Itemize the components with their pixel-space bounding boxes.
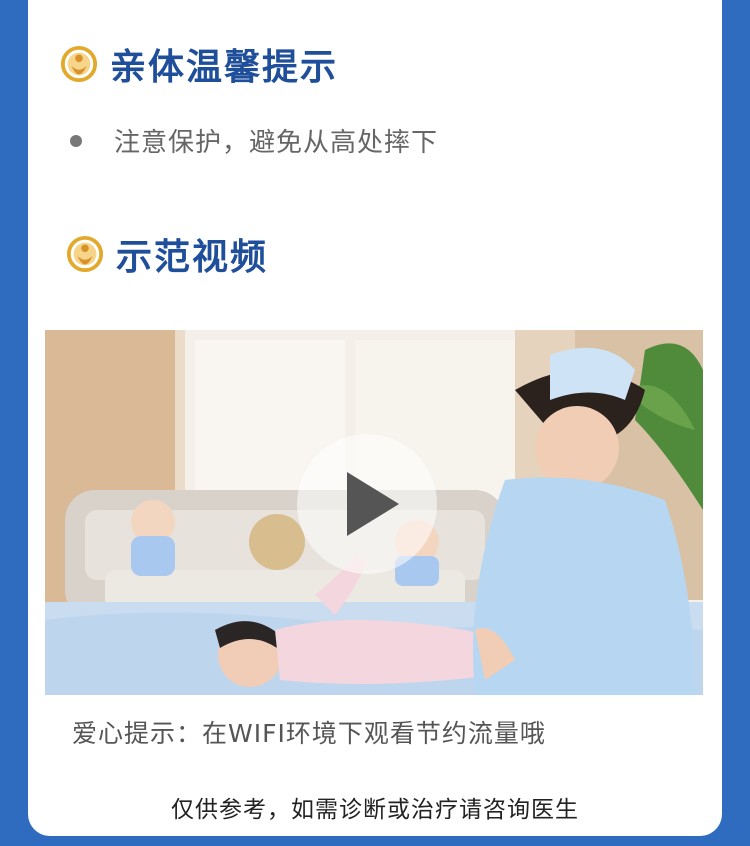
section-title-tips: 亲体温馨提示 [60,38,338,90]
content-card: 亲体温馨提示 注意保护，避免从高处摔下 示范视频 爱心提示：在WIFI环境下观看… [28,0,722,836]
play-button[interactable] [297,434,437,574]
play-icon [347,472,399,536]
tip-text: 注意保护，避免从高处摔下 [114,128,439,158]
heart-logo-icon [66,235,104,273]
heart-logo-icon [60,45,98,83]
tip-item: 注意保护，避免从高处摔下 [70,122,438,159]
bullet-icon [70,134,82,147]
section-title-text: 亲体温馨提示 [110,47,339,88]
wifi-hint-text: 爱心提示：在WIFI环境下观看节约流量哦 [72,719,546,748]
demo-video-player[interactable] [45,330,703,695]
section-title-text: 示范视频 [116,237,269,278]
section-title-video: 示范视频 [66,228,268,280]
disclaimer-text: 仅供参考，如需诊断或治疗请咨询医生 [171,797,579,823]
